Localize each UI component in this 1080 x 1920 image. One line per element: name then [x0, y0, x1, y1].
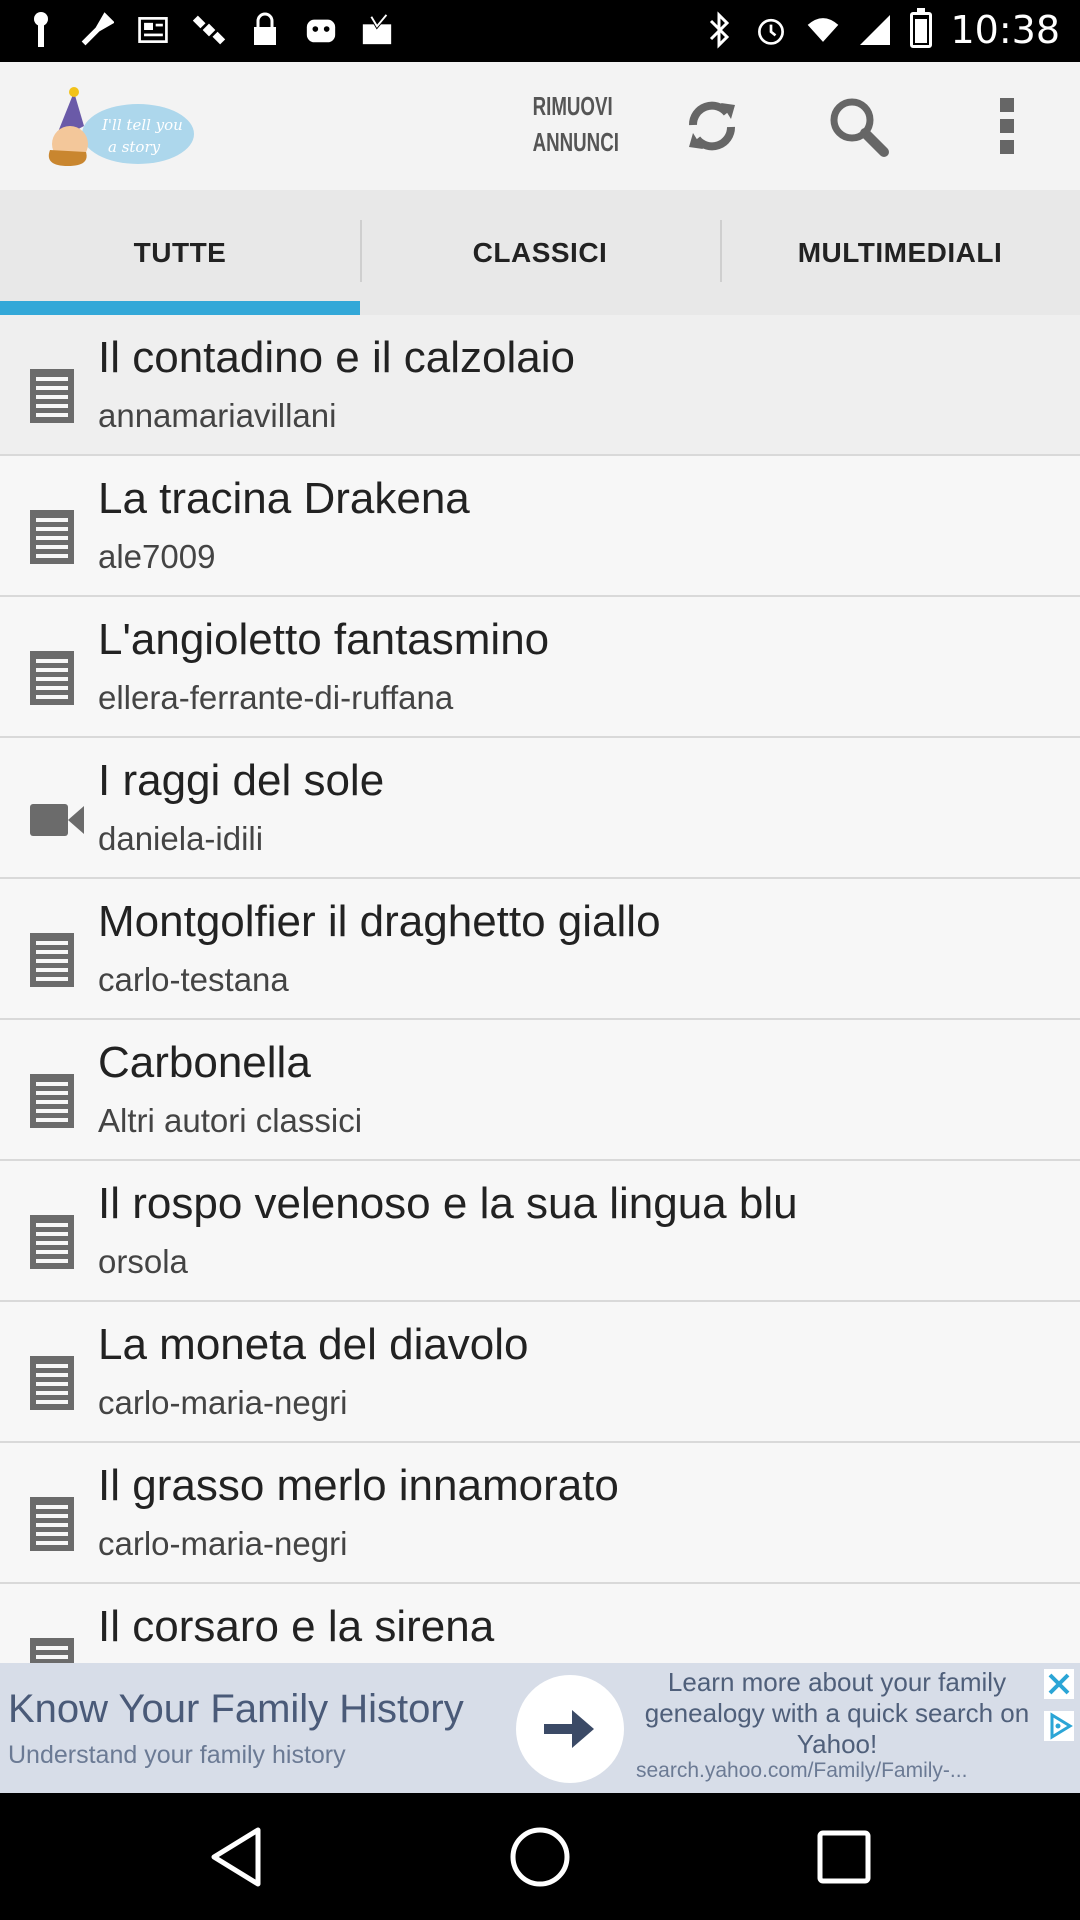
remove-ads-line2: ANNUNCI — [532, 127, 619, 157]
text-story-icon — [28, 1213, 84, 1273]
list-item[interactable]: Il contadino e il calzolaio annamariavil… — [0, 315, 1080, 456]
alarm-icon — [754, 10, 788, 50]
back-icon — [211, 1827, 261, 1887]
tab-tutte[interactable]: TUTTE — [0, 190, 360, 315]
tab-multimediali[interactable]: MULTIMEDIALI — [720, 190, 1080, 315]
list-item[interactable]: La moneta del diavolo carlo-maria-negri — [0, 1302, 1080, 1443]
satellite-icon — [192, 10, 226, 50]
refresh-icon — [688, 101, 736, 151]
back-button[interactable] — [200, 1821, 272, 1893]
adchoices-button[interactable] — [1044, 1711, 1074, 1741]
story-title: La moneta del diavolo — [98, 1320, 529, 1369]
story-author: ellera-ferrante-di-ruffana — [98, 679, 454, 716]
story-title: Il rospo velenoso e la sua lingua blu — [98, 1179, 798, 1228]
story-author: Altri autori classici — [98, 1102, 363, 1139]
story-title: I raggi del sole — [98, 756, 385, 805]
home-icon — [510, 1827, 570, 1887]
close-icon — [1048, 1673, 1070, 1695]
recents-button[interactable] — [808, 1821, 880, 1893]
story-list: Il contadino e il calzolaio annamariavil… — [0, 315, 1080, 1663]
video-story-icon — [28, 800, 88, 860]
list-item[interactable]: La tracina Drakena ale7009 — [0, 456, 1080, 597]
category-tabs: TUTTE CLASSICI MULTIMEDIALI — [0, 190, 1080, 315]
list-item[interactable]: Il rospo velenoso e la sua lingua blu or… — [0, 1161, 1080, 1302]
list-item[interactable]: Montgolfier il draghetto giallo carlo-te… — [0, 879, 1080, 1020]
list-item[interactable]: Carbonella Altri autori classici — [0, 1020, 1080, 1161]
home-button[interactable] — [504, 1821, 576, 1893]
list-item[interactable]: Il corsaro e la sirena — [0, 1584, 1080, 1663]
story-author: carlo-maria-negri — [98, 1384, 348, 1421]
more-vert-icon — [1000, 98, 1014, 154]
clock: 10:38 — [950, 8, 1060, 52]
refresh-button[interactable] — [677, 94, 747, 158]
app-logo[interactable]: I'll tell you a story — [38, 82, 198, 172]
search-button[interactable] — [823, 94, 893, 158]
svg-text:a story: a story — [108, 138, 161, 156]
battery-icon — [910, 8, 933, 48]
story-title: Montgolfier il draghetto giallo — [98, 897, 661, 946]
ad-banner[interactable]: Know Your Family History Understand your… — [0, 1663, 1080, 1793]
story-author: carlo-maria-negri — [98, 1525, 348, 1562]
wifi-icon — [806, 10, 840, 50]
overflow-menu-button[interactable] — [972, 94, 1042, 158]
story-author: ale7009 — [98, 538, 216, 575]
ad-subline: Understand your family history — [8, 1741, 346, 1769]
bluetooth-icon — [702, 10, 736, 50]
text-story-icon — [28, 649, 84, 709]
text-story-icon — [28, 1495, 84, 1555]
text-story-icon — [28, 1072, 84, 1132]
story-author: carlo-testana — [98, 961, 289, 998]
adchoices-icon — [1050, 1712, 1073, 1740]
list-item[interactable]: Il grasso merlo innamorato carlo-maria-n… — [0, 1443, 1080, 1584]
text-story-icon — [28, 931, 84, 991]
app-bar: I'll tell you a story RIMUOVI ANNUNCI — [0, 62, 1080, 190]
download-icon — [360, 10, 394, 50]
news-icon — [136, 10, 170, 50]
story-title: L'angioletto fantasmino — [98, 615, 550, 664]
story-title: La tracina Drakena — [98, 474, 470, 523]
text-story-icon — [28, 508, 84, 568]
story-author: daniela-idili — [98, 820, 264, 857]
text-story-icon — [28, 1636, 84, 1663]
notification-icon — [24, 10, 58, 50]
story-title: Carbonella — [98, 1038, 311, 1087]
remove-ads-button[interactable]: RIMUOVI ANNUNCI — [532, 88, 619, 164]
list-item[interactable]: L'angioletto fantasmino ellera-ferrante-… — [0, 597, 1080, 738]
system-nav-bar — [0, 1793, 1080, 1920]
story-author: orsola — [98, 1243, 188, 1280]
remove-ads-line1: RIMUOVI — [532, 91, 613, 121]
ad-open-button[interactable] — [516, 1675, 624, 1783]
tab-classici[interactable]: CLASSICI — [360, 190, 720, 315]
story-title: Il contadino e il calzolaio — [98, 333, 575, 382]
recents-icon — [817, 1830, 871, 1884]
text-story-icon — [28, 367, 84, 427]
story-author: annamariavillani — [98, 397, 337, 434]
story-title: Il corsaro e la sirena — [98, 1602, 495, 1651]
ad-headline: Know Your Family History — [8, 1687, 464, 1731]
lock-icon — [248, 10, 282, 50]
ad-url: search.yahoo.com/Family/Family-... — [636, 1759, 968, 1782]
svg-text:I'll tell you: I'll tell you — [101, 116, 183, 134]
ad-close-button[interactable] — [1044, 1669, 1074, 1699]
story-title: Il grasso merlo innamorato — [98, 1461, 619, 1510]
android-icon — [304, 10, 338, 50]
list-item[interactable]: I raggi del sole daniela-idili — [0, 738, 1080, 879]
search-icon — [830, 98, 889, 157]
wrench-icon — [80, 10, 114, 50]
arrow-right-icon — [544, 1710, 594, 1748]
signal-icon — [858, 10, 892, 50]
status-bar: 10:38 — [0, 0, 1080, 62]
ad-description: Learn more about your family genealogy w… — [644, 1667, 1030, 1759]
text-story-icon — [28, 1354, 84, 1414]
